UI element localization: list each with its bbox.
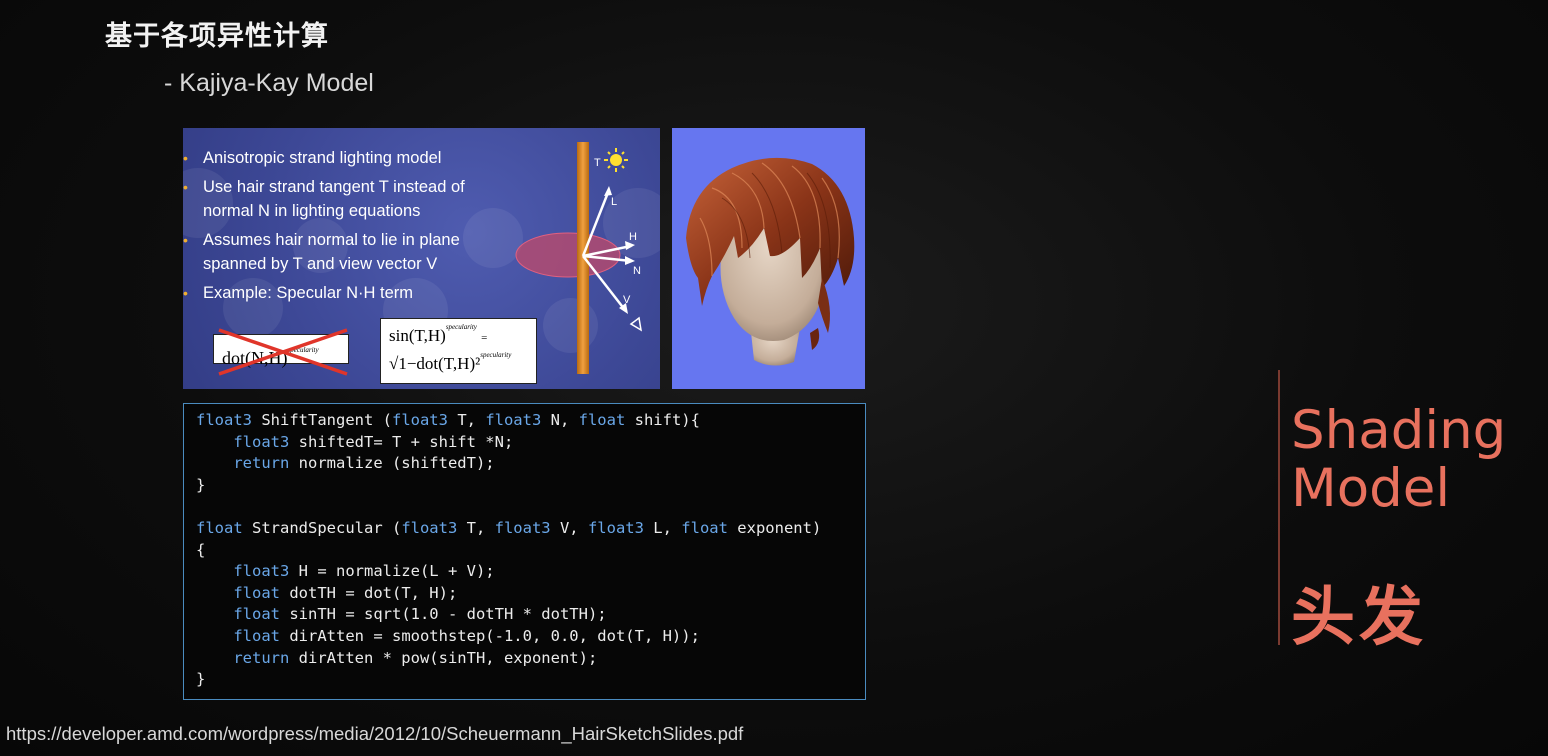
code-token: float3: [391, 411, 448, 429]
bullet-item: Example: Specular N·H term: [183, 281, 513, 305]
code-line: float3 H = normalize(L + V);: [196, 561, 853, 583]
code-token: {: [196, 540, 206, 559]
code-token: float3: [401, 518, 458, 537]
slide-subtitle: - Kajiya-Kay Model: [164, 69, 374, 97]
code-line: float StrandSpecular (float3 T, float3 V…: [196, 518, 853, 540]
code-token: dotTH = dot(T, H);: [280, 583, 458, 602]
label-h: H: [629, 231, 637, 243]
label-v: V: [623, 294, 631, 306]
code-token: float3: [494, 518, 551, 537]
code-token: H = normalize(L + V);: [289, 562, 495, 581]
label-l: L: [611, 196, 617, 208]
code-token: float: [196, 605, 280, 624]
code-line: }: [196, 475, 853, 497]
section-title-line1: Shading: [1291, 400, 1507, 461]
code-token: float: [196, 518, 243, 537]
cross-out-icon: [218, 328, 348, 376]
slide-title: 基于各项异性计算: [105, 21, 329, 51]
code-token: float: [681, 518, 728, 537]
code-token: shift){: [625, 411, 700, 429]
code-line: float sinTH = sqrt(1.0 - dotTH * dotTH);: [196, 604, 853, 626]
section-title: Shading Model: [1291, 402, 1506, 518]
code-token: T,: [447, 411, 486, 429]
code-line: float3 shiftedT= T + shift *N;: [196, 432, 853, 454]
code-token: StrandSpecular (: [242, 518, 402, 537]
code-token: dirAtten = smoothstep(-1.0, 0.0, dot(T, …: [280, 626, 700, 645]
code-token: ShiftTangent (: [252, 411, 392, 429]
code-token: sinTH = sqrt(1.0 - dotTH * dotTH);: [280, 605, 607, 624]
code-token: L,: [643, 518, 682, 537]
formula-sin-exp-top: specularity: [445, 323, 477, 331]
code-token: float3: [196, 432, 290, 451]
kajiya-kay-slide-image: Anisotropic strand lighting model Use ha…: [183, 128, 660, 389]
code-token: }: [196, 475, 206, 494]
hair-render-image: [672, 128, 865, 389]
hair-head-illustration: [686, 157, 855, 366]
code-token: exponent): [727, 518, 822, 537]
formula-sin-top: sin(T,H): [389, 326, 446, 345]
code-token: float: [578, 411, 626, 429]
source-url: https://developer.amd.com/wordpress/medi…: [6, 723, 744, 744]
code-line: }: [196, 669, 853, 691]
code-line: float dirAtten = smoothstep(-1.0, 0.0, d…: [196, 626, 853, 648]
bullet-item: Assumes hair normal to lie in plane span…: [183, 228, 513, 276]
code-token: float: [196, 626, 280, 645]
code-line: return dirAtten * pow(sinTH, exponent);: [196, 648, 853, 670]
code-token: float3: [485, 411, 542, 429]
bullet-item: Anisotropic strand lighting model: [183, 146, 513, 170]
section-title-line2: Model: [1291, 458, 1451, 519]
section-title-chinese: 头发: [1291, 581, 1427, 653]
formula-sin-equals: =: [481, 332, 488, 344]
code-token: T,: [457, 518, 495, 537]
code-token: shiftedT= T + shift *N;: [289, 432, 514, 451]
code-token: V,: [550, 518, 588, 537]
code-line: {: [196, 540, 853, 562]
code-block: float3 ShiftTangent (float3 T, float3 N,…: [183, 403, 866, 700]
label-t: T: [594, 157, 601, 169]
code-line: return normalize (shiftedT);: [196, 453, 853, 475]
code-token: N,: [541, 411, 579, 429]
code-token: dirAtten * pow(sinTH, exponent);: [289, 648, 598, 667]
bullet-list: Anisotropic strand lighting model Use ha…: [183, 146, 513, 310]
code-token: }: [196, 670, 206, 689]
code-line: float dotTH = dot(T, H);: [196, 583, 853, 605]
formula-sin-exp-bottom: specularity: [480, 351, 512, 359]
code-token: float3: [196, 562, 290, 581]
divider-line: [1278, 370, 1280, 645]
formula-sin-bottom: √1−dot(T,H)²: [389, 354, 481, 373]
code-token: float3: [196, 411, 252, 429]
code-line: float3 ShiftTangent (float3 T, float3 N,…: [196, 410, 853, 432]
code-token: float3: [587, 518, 644, 537]
code-token: float: [196, 583, 280, 602]
code-token: normalize (shiftedT);: [289, 454, 495, 473]
code-token: return: [196, 648, 290, 667]
code-token: return: [196, 454, 290, 473]
strand-vector-diagram: T L H N V: [515, 142, 643, 374]
label-n: N: [633, 265, 641, 277]
bullet-item: Use hair strand tangent T instead of nor…: [183, 175, 513, 223]
